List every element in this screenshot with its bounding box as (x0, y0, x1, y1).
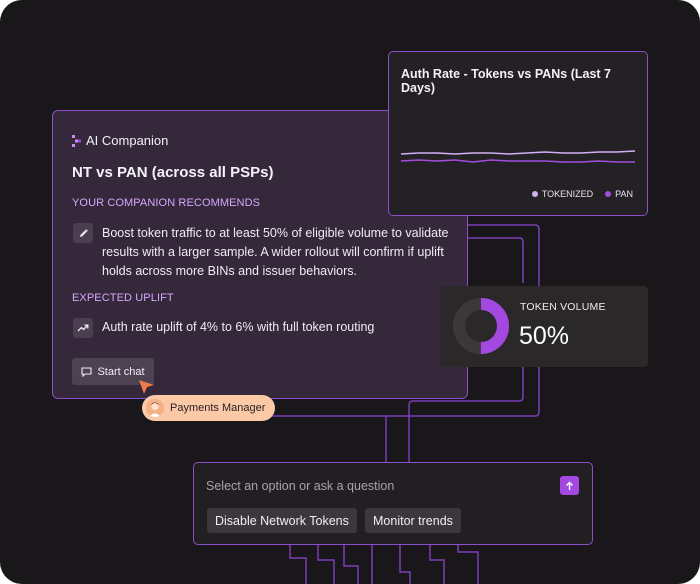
token-volume-card: TOKEN VOLUME 50% (440, 286, 648, 367)
legend-item-pan: PAN (605, 189, 633, 199)
chip-disable-network-tokens[interactable]: Disable Network Tokens (207, 508, 357, 533)
ask-panel: Disable Network Tokens Monitor trends (193, 462, 593, 545)
companion-brand: AI Companion (72, 133, 168, 148)
user-pill: Payments Manager (142, 395, 276, 421)
series-line-pan (400, 159, 635, 163)
ask-input[interactable] (206, 477, 546, 495)
chip-monitor-trends[interactable]: Monitor trends (365, 508, 461, 533)
avatar (146, 399, 164, 417)
start-chat-label: Start chat (97, 365, 145, 378)
recommends-label: YOUR COMPANION RECOMMENDS (72, 197, 261, 209)
send-button[interactable] (560, 476, 579, 495)
legend-swatch-tokenized (531, 191, 538, 197)
chat-bubble-icon (81, 366, 93, 377)
pencil-icon (73, 223, 93, 243)
pointer-cursor-icon (139, 380, 154, 394)
legend-label-tokenized: TOKENIZED (541, 189, 594, 199)
arrow-up-icon (566, 481, 573, 490)
series-line-tokenized (400, 150, 636, 155)
companion-logo-icon (72, 134, 81, 147)
uplift-label: EXPECTED UPLIFT (72, 292, 174, 304)
uplift-text: Auth rate uplift of 4% to 6% with full t… (102, 320, 375, 334)
token-volume-donut (453, 298, 509, 354)
companion-title: NT vs PAN (across all PSPs) (72, 164, 274, 181)
legend-swatch-pan (605, 191, 612, 197)
canvas: AI Companion NT vs PAN (across all PSPs)… (0, 0, 700, 584)
user-pill-name: Payments Manager (170, 402, 266, 414)
auth-rate-chart-card: Auth Rate - Tokens vs PANs (Last 7 Days)… (388, 51, 648, 216)
companion-brand-label: AI Companion (86, 133, 169, 148)
trend-up-icon (73, 318, 93, 338)
token-volume-value: 50% (519, 322, 570, 350)
token-volume-label: TOKEN VOLUME (520, 301, 606, 313)
chart-legend: TOKENIZED PAN (531, 189, 633, 199)
legend-item-tokenized: TOKENIZED (531, 189, 594, 199)
recommendation-text: Boost token traffic to at least 50% of e… (102, 226, 449, 278)
legend-label-pan: PAN (615, 189, 633, 199)
